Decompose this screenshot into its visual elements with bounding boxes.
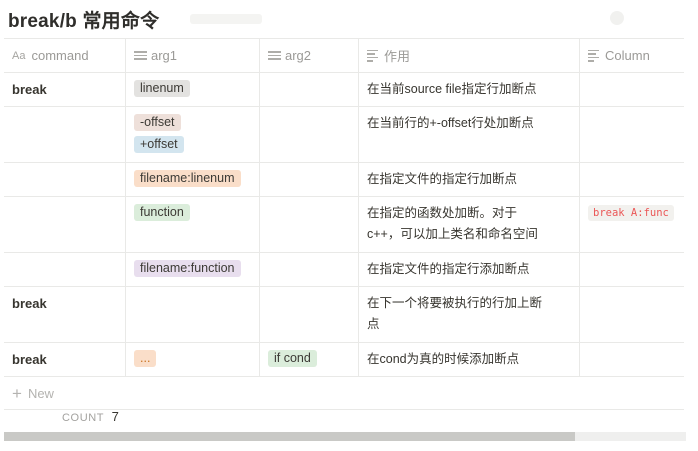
arg2-cell[interactable] bbox=[260, 163, 359, 196]
desc-cell[interactable]: 在指定文件的指定行加断点 bbox=[359, 163, 580, 196]
command-text: break bbox=[12, 352, 47, 367]
arg-tag: ... bbox=[134, 350, 157, 367]
arg-tag: filename:linenum bbox=[134, 170, 241, 187]
table-row[interactable]: break 在下一个将要被执行的行加上断 点 bbox=[4, 287, 684, 343]
desc-text: 在指定文件的指定行加断点 bbox=[367, 172, 518, 186]
table-row[interactable]: break linenum 在当前source file指定行加断点 bbox=[4, 73, 684, 107]
command-cell[interactable]: break bbox=[4, 343, 126, 376]
column-header-label: arg1 bbox=[151, 48, 178, 63]
command-cell[interactable] bbox=[4, 163, 126, 196]
table-row[interactable]: -offset +offset 在当前行的+-offset行处加断点 bbox=[4, 107, 684, 163]
desc-text-line: 在指定的函数处加断。对于 bbox=[367, 206, 518, 220]
command-cell[interactable] bbox=[4, 107, 126, 162]
arg-tag: +offset bbox=[134, 136, 184, 153]
arg-tag: if cond bbox=[268, 350, 317, 367]
arg1-cell[interactable]: ... bbox=[126, 343, 260, 376]
column-header-arg2[interactable]: arg2 bbox=[260, 39, 359, 72]
arg-tag: -offset bbox=[134, 114, 181, 131]
arg2-cell[interactable] bbox=[260, 197, 359, 252]
title-property-icon: Aa bbox=[12, 49, 26, 62]
command-text: break bbox=[12, 296, 47, 311]
column-cell[interactable]: break A:func bbox=[580, 197, 684, 252]
column-header-label: 作用 bbox=[384, 49, 411, 64]
desc-text-line: 点 bbox=[367, 317, 380, 331]
command-cell[interactable] bbox=[4, 197, 126, 252]
desc-cell[interactable]: 在指定文件的指定行添加断点 bbox=[359, 253, 580, 286]
column-header-desc[interactable]: 作用 bbox=[359, 39, 580, 72]
multi-select-icon bbox=[134, 49, 147, 62]
arg2-cell[interactable]: if cond bbox=[260, 343, 359, 376]
text-property-icon bbox=[588, 48, 599, 64]
arg1-cell[interactable]: function bbox=[126, 197, 260, 252]
column-header-arg1[interactable]: arg1 bbox=[126, 39, 260, 72]
arg1-cell[interactable]: -offset +offset bbox=[126, 107, 260, 162]
arg2-cell[interactable] bbox=[260, 73, 359, 106]
desc-text: 在指定文件的指定行添加断点 bbox=[367, 262, 530, 276]
desc-cell[interactable]: 在当前行的+-offset行处加断点 bbox=[359, 107, 580, 162]
horizontal-scrollbar[interactable] bbox=[4, 432, 686, 441]
new-row-label: New bbox=[27, 385, 54, 401]
column-header-column[interactable]: Column bbox=[580, 39, 684, 72]
text-property-icon bbox=[367, 48, 378, 64]
arg-tag: function bbox=[134, 204, 190, 221]
column-header-label: Column bbox=[605, 48, 650, 63]
desc-text-line: c++，可以加上类名和命名空间 bbox=[367, 227, 538, 241]
column-header-label: command bbox=[31, 48, 89, 63]
column-cell[interactable] bbox=[580, 343, 684, 376]
desc-cell[interactable]: 在当前source file指定行加断点 bbox=[359, 73, 580, 106]
page-title: break/b 常用命令 bbox=[8, 11, 160, 32]
arg2-cell[interactable] bbox=[260, 287, 359, 342]
scrollbar-thumb[interactable] bbox=[4, 432, 575, 441]
table-header: Aa command arg1 arg2 作用 Column bbox=[4, 38, 684, 73]
count-summary[interactable]: COUNT 7 bbox=[62, 409, 119, 424]
count-value: 7 bbox=[111, 409, 119, 424]
command-cell[interactable]: break bbox=[4, 287, 126, 342]
table-row[interactable]: filename:linenum 在指定文件的指定行加断点 bbox=[4, 163, 684, 197]
new-row-button[interactable]: + New bbox=[4, 377, 684, 410]
faded-header-control[interactable] bbox=[190, 14, 262, 24]
multi-select-icon bbox=[268, 49, 281, 62]
arg2-cell[interactable] bbox=[260, 107, 359, 162]
arg1-cell[interactable] bbox=[126, 287, 260, 342]
command-cell[interactable]: break bbox=[4, 73, 126, 106]
arg2-cell[interactable] bbox=[260, 253, 359, 286]
column-cell[interactable] bbox=[580, 73, 684, 106]
arg1-cell[interactable]: linenum bbox=[126, 73, 260, 106]
table-row[interactable]: function 在指定的函数处加断。对于 c++，可以加上类名和命名空间 br… bbox=[4, 197, 684, 253]
column-cell[interactable] bbox=[580, 107, 684, 162]
desc-text-line: 在下一个将要被执行的行加上断 bbox=[367, 296, 543, 310]
count-label: COUNT bbox=[62, 412, 104, 424]
desc-cell[interactable]: 在指定的函数处加断。对于 c++，可以加上类名和命名空间 bbox=[359, 197, 580, 252]
desc-text: 在当前source file指定行加断点 bbox=[367, 82, 537, 96]
arg-tag: linenum bbox=[134, 80, 190, 97]
column-cell[interactable] bbox=[580, 253, 684, 286]
table-row[interactable]: filename:function 在指定文件的指定行添加断点 bbox=[4, 253, 684, 287]
column-cell[interactable] bbox=[580, 163, 684, 196]
arg-tag: filename:function bbox=[134, 260, 241, 277]
desc-cell[interactable]: 在cond为真的时候添加断点 bbox=[359, 343, 580, 376]
column-cell[interactable] bbox=[580, 287, 684, 342]
command-text: break bbox=[12, 82, 47, 97]
column-header-command[interactable]: Aa command bbox=[4, 39, 126, 72]
faded-header-icon[interactable] bbox=[610, 11, 624, 25]
code-snippet: break A:func bbox=[588, 205, 674, 221]
desc-cell[interactable]: 在下一个将要被执行的行加上断 点 bbox=[359, 287, 580, 342]
desc-text: 在cond为真的时候添加断点 bbox=[367, 352, 520, 366]
arg1-cell[interactable]: filename:linenum bbox=[126, 163, 260, 196]
plus-icon: + bbox=[12, 383, 22, 403]
arg1-cell[interactable]: filename:function bbox=[126, 253, 260, 286]
command-cell[interactable] bbox=[4, 253, 126, 286]
desc-text: 在当前行的+-offset行处加断点 bbox=[367, 116, 534, 130]
database-table: Aa command arg1 arg2 作用 Column break lin… bbox=[4, 38, 684, 410]
table-row[interactable]: break ... if cond 在cond为真的时候添加断点 bbox=[4, 343, 684, 377]
column-header-label: arg2 bbox=[285, 48, 312, 63]
